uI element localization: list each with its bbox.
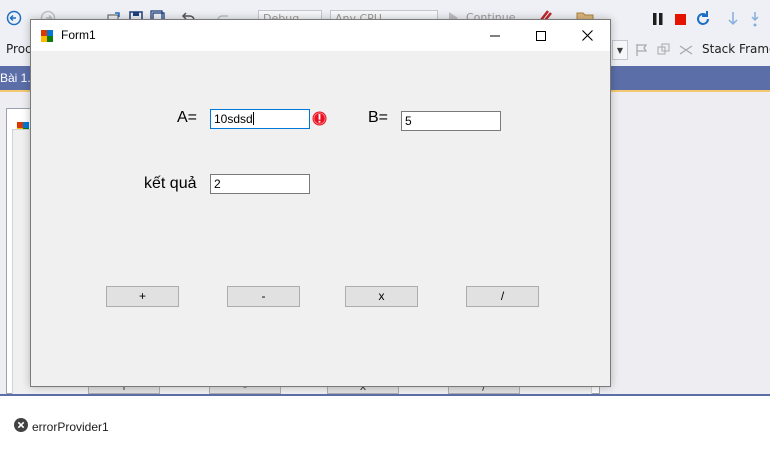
label-b: B= [368, 109, 389, 126]
form1-window: Form1 A= B= kết quả 10sdsd 5 2 + - x / [30, 19, 611, 387]
step-over-icon[interactable] [748, 10, 762, 28]
process-label: Proce [6, 42, 30, 56]
minimize-button[interactable] [472, 20, 518, 51]
tray-item-label: errorProvider1 [32, 419, 109, 434]
tray-item-error-provider[interactable]: errorProvider1 [14, 418, 109, 435]
app-icon [40, 29, 54, 46]
flag-threads-icon[interactable] [656, 42, 672, 58]
multiply-button[interactable]: x [345, 286, 418, 307]
back-icon[interactable] [6, 10, 22, 26]
step-into-icon[interactable] [726, 10, 740, 28]
restart-icon[interactable] [694, 10, 712, 28]
toggle-flag-icon[interactable] [634, 42, 650, 58]
chevron-down-icon[interactable]: ▼ [612, 40, 628, 60]
title-bar[interactable]: Form1 [31, 20, 610, 51]
close-icon [581, 30, 593, 41]
label-a: A= [177, 109, 198, 126]
error-icon[interactable] [312, 111, 327, 126]
label-result: kết quả [144, 175, 197, 192]
input-a-value: 10sdsd [214, 112, 253, 126]
divide-button[interactable]: / [466, 286, 539, 307]
break-all-icon[interactable] [652, 12, 664, 26]
result-field-value: 2 [214, 177, 221, 191]
error-provider-icon [14, 418, 28, 435]
close-button[interactable] [564, 20, 610, 51]
input-b-value: 5 [405, 114, 412, 128]
input-b[interactable]: 5 [401, 111, 501, 131]
result-field[interactable]: 2 [210, 174, 310, 194]
minimize-icon [490, 35, 500, 36]
maximize-icon [536, 30, 546, 41]
maximize-button[interactable] [518, 20, 564, 51]
stop-icon[interactable] [674, 13, 687, 26]
component-tray [0, 394, 770, 468]
input-a[interactable]: 10sdsd [210, 109, 310, 129]
subtract-button[interactable]: - [227, 286, 300, 307]
thread-icon[interactable] [678, 42, 694, 58]
add-button[interactable]: + [106, 286, 179, 307]
window-title: Form1 [61, 28, 96, 42]
stack-frame-label: Stack Frame: [702, 42, 770, 56]
